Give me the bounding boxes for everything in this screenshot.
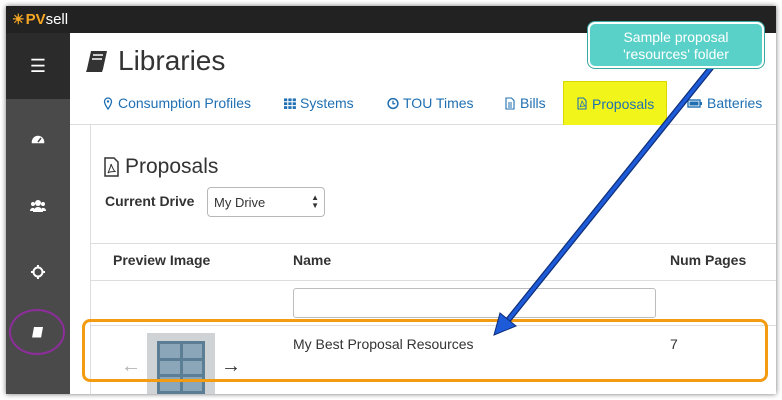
tab-label: Bills: [520, 95, 546, 111]
sun-icon: ☀: [12, 11, 25, 27]
tab-batteries[interactable]: Batteries: [687, 81, 762, 125]
tab-label: Consumption Profiles: [118, 95, 252, 111]
logo-pv-text: PV: [25, 11, 46, 28]
logo-sell-text: sell: [45, 11, 69, 28]
tab-label: TOU Times: [403, 95, 474, 111]
sidebar-item-users[interactable]: [6, 186, 70, 226]
file-icon: [505, 96, 515, 110]
tab-label: Systems: [300, 95, 354, 111]
row-highlight-box: [82, 319, 768, 382]
current-drive-label: Current Drive: [105, 193, 195, 209]
tab-label: Batteries: [707, 95, 763, 111]
sidebar: ☰: [6, 33, 70, 394]
hamburger-icon: ☰: [29, 55, 47, 76]
dashboard-icon: [30, 134, 46, 145]
column-header-name[interactable]: Name: [293, 252, 331, 268]
grid-icon: [284, 97, 296, 109]
current-drive-select[interactable]: My Drive ▲ ▼: [207, 187, 325, 217]
hamburger-menu-button[interactable]: ☰: [6, 33, 70, 99]
table-divider: [91, 280, 776, 281]
pdf-file-icon: [104, 157, 119, 177]
section-title: Proposals: [103, 155, 218, 179]
page-title: Libraries: [84, 45, 225, 77]
gear-icon: [31, 265, 45, 279]
current-drive-value: My Drive: [214, 194, 266, 210]
tab-systems[interactable]: Systems: [284, 81, 354, 125]
callout-line-1: Sample proposal: [623, 29, 729, 45]
library-tabs: Consumption Profiles Systems TOU Times B…: [70, 81, 776, 125]
column-header-preview-image[interactable]: Preview Image: [113, 252, 210, 268]
tab-bills[interactable]: Bills: [504, 81, 546, 125]
clock-icon: [387, 97, 399, 109]
tab-label: Proposals: [592, 95, 655, 112]
table-divider: [91, 243, 776, 244]
battery-icon: [687, 98, 702, 108]
page-title-text: Libraries: [118, 45, 226, 76]
sidebar-item-settings[interactable]: [6, 252, 70, 292]
annotation-callout: Sample proposal 'resources' folder: [588, 22, 764, 68]
tab-proposals[interactable]: Proposals: [563, 81, 668, 125]
pvsell-logo[interactable]: ☀ PV sell: [6, 6, 70, 33]
pdf-file-icon: [577, 97, 587, 110]
tab-consumption-profiles[interactable]: Consumption Profiles: [102, 81, 251, 125]
select-arrows-icon: ▲ ▼: [311, 193, 319, 210]
users-icon: [30, 200, 46, 212]
tab-tou-times[interactable]: TOU Times: [387, 81, 474, 125]
name-filter-input[interactable]: [293, 288, 656, 318]
book-icon: [86, 51, 107, 72]
callout-line-2: 'resources' folder: [623, 46, 729, 62]
map-marker-icon: [103, 96, 113, 110]
libraries-highlight-circle: [9, 309, 65, 355]
section-title-text: Proposals: [125, 155, 219, 178]
column-header-num-pages[interactable]: Num Pages: [670, 252, 746, 268]
sidebar-item-dashboard[interactable]: [6, 120, 70, 160]
